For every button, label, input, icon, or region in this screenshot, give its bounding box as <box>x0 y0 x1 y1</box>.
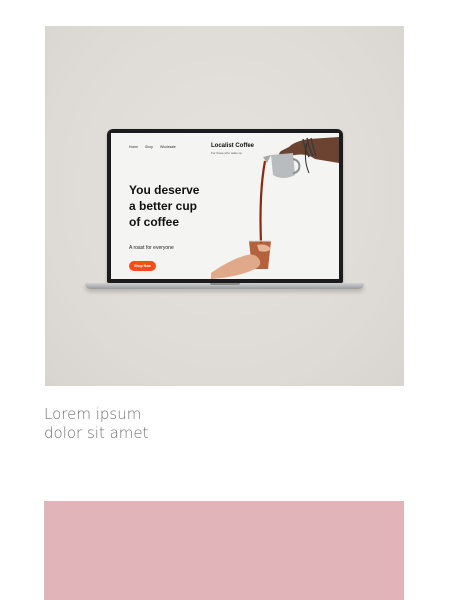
mockup-subtext: A roast for everyone <box>129 245 174 251</box>
laptop-notch <box>210 283 240 285</box>
mockup-nav: Home Shop Wholesale <box>129 145 176 149</box>
mockup-headline-line: of coffee <box>129 215 180 229</box>
mockup-nav-item: Home <box>129 145 139 149</box>
caption-line: Lorem ipsum <box>44 405 142 423</box>
mockup-headline-line: You deserve <box>129 183 200 197</box>
coffee-pour-photo <box>211 137 339 279</box>
mockup-nav-item: Shop <box>145 145 153 149</box>
laptop-mockup: Home Shop Wholesale Localist Coffee For … <box>107 129 343 283</box>
mockup-nav-item: Wholesale <box>159 145 176 149</box>
caption-line: dolor sit amet <box>44 424 149 442</box>
laptop-display: Home Shop Wholesale Localist Coffee For … <box>111 133 339 279</box>
mockup-headline-line: a better cup <box>129 199 198 213</box>
mockup-shop-button: Shop Now <box>129 261 156 271</box>
card-caption[interactable]: Lorem ipsum dolor sit amet <box>44 405 244 443</box>
next-card-image[interactable] <box>44 501 404 600</box>
product-card-image[interactable]: Home Shop Wholesale Localist Coffee For … <box>45 26 404 386</box>
